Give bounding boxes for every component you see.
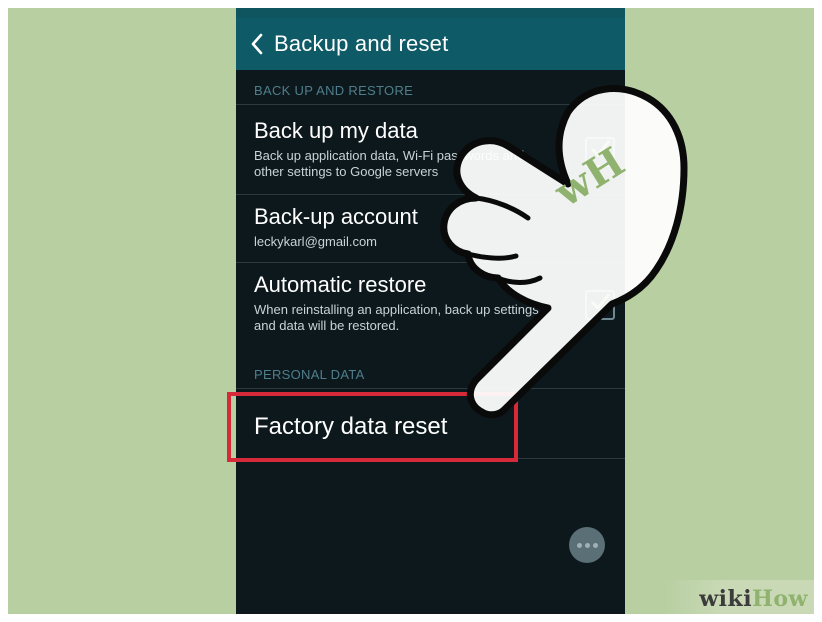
watermark-how: How: [752, 586, 808, 612]
wikihow-watermark: wikiHow: [699, 586, 808, 612]
watermark-wiki: wiki: [699, 586, 753, 612]
pointing-hand-icon: wH: [440, 85, 688, 419]
illustration-frame: Backup and reset BACK UP AND RESTORE Bac…: [8, 8, 814, 614]
